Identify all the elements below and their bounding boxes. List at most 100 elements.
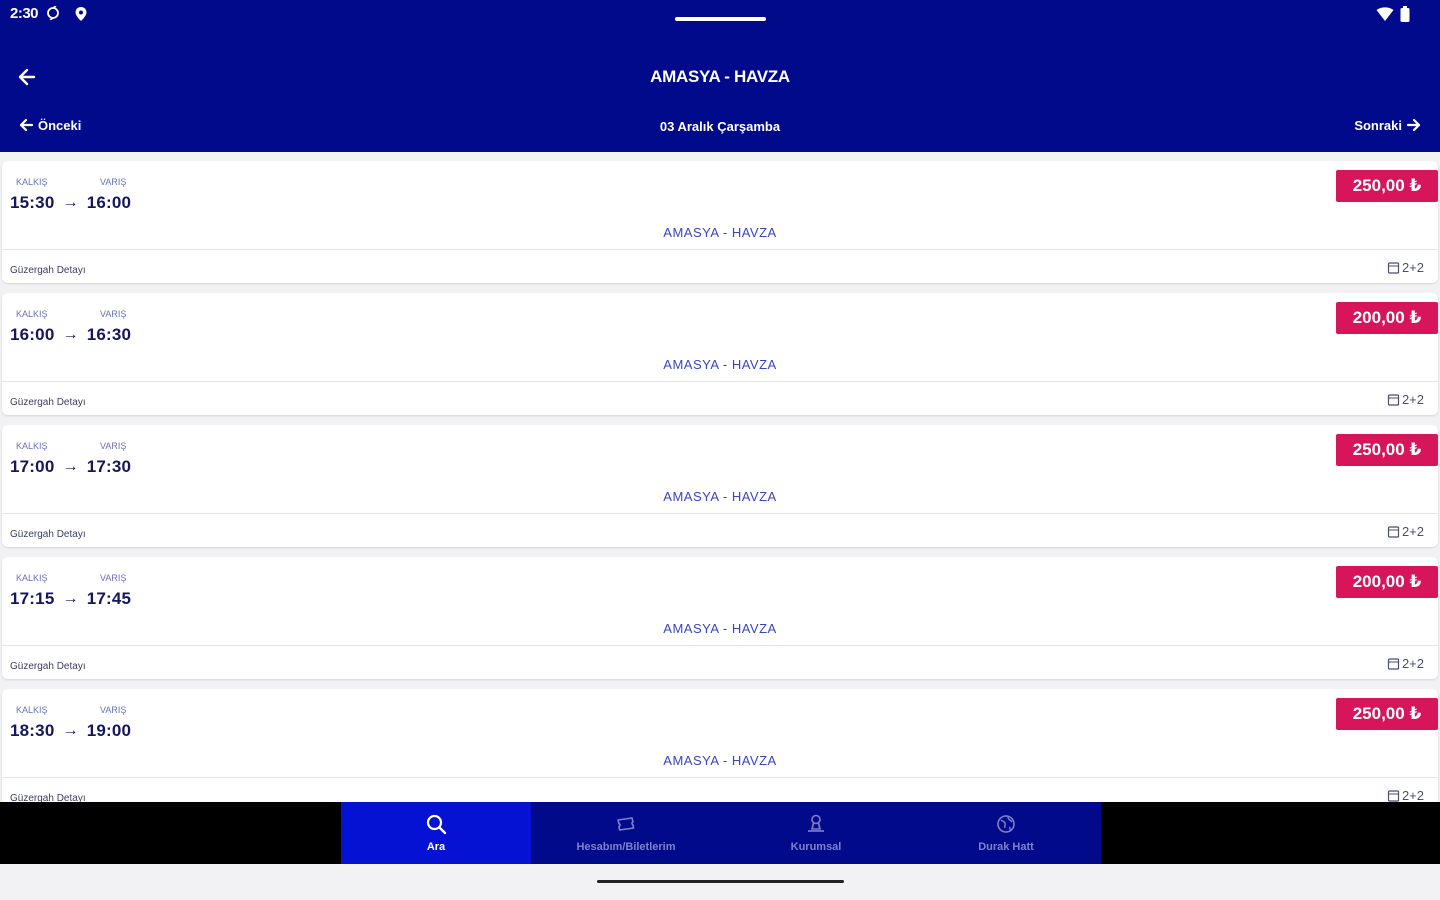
trip-list[interactable]: KALKIŞ VARIŞ 15:30 → 16:00 250,00 ₺ AMAS… [0, 152, 1440, 802]
route-detail-link[interactable]: Güzergah Detayı [10, 397, 86, 408]
selected-date: 03 Aralık Çarşamba [659, 119, 781, 134]
seat-layout-value: 2+2 [1401, 524, 1424, 539]
divider [2, 381, 1438, 382]
divider [2, 645, 1438, 646]
battery-icon [1400, 6, 1410, 22]
seat-layout: 2+2 [1387, 788, 1424, 802]
departure-label: KALKIŞ [16, 705, 48, 715]
trip-card[interactable]: KALKIŞ VARIŞ 15:30 → 16:00 250,00 ₺ AMAS… [2, 161, 1438, 283]
trip-route: AMASYA - HAVZA [663, 621, 777, 636]
status-time: 2:30 [10, 5, 39, 22]
trip-route: AMASYA - HAVZA [663, 357, 777, 372]
seat-layout-value: 2+2 [1401, 392, 1424, 407]
arrow-right-icon: → [62, 722, 79, 739]
departure-time: 17:00 [10, 457, 55, 476]
trip-card[interactable]: KALKIŞ VARIŞ 18:30 → 19:00 250,00 ₺ AMAS… [2, 689, 1438, 802]
seat-icon [1387, 262, 1400, 274]
arrival-time: 17:30 [86, 457, 132, 476]
wifi-icon [1376, 7, 1394, 21]
tab-search-label: Ara [426, 841, 446, 853]
seat-layout: 2+2 [1387, 260, 1424, 275]
arrow-right-icon [1406, 118, 1421, 132]
divider [2, 513, 1438, 514]
arrival-time: 19:00 [86, 721, 132, 740]
arrival-time: 17:45 [86, 589, 132, 608]
search-icon [426, 814, 447, 835]
status-bar: 2:30 [0, 0, 1440, 30]
company-icon [808, 814, 824, 832]
seat-layout: 2+2 [1387, 392, 1424, 407]
trip-route: AMASYA - HAVZA [663, 753, 777, 768]
price-badge[interactable]: 250,00 ₺ [1336, 434, 1438, 466]
bottom-tab-bar: Ara Hesabım/Biletlerim Kurumsal Durak Ha… [341, 802, 1101, 864]
location-icon [75, 7, 87, 21]
arrival-label: VARIŞ [100, 441, 127, 451]
ticket-icon [617, 817, 635, 831]
arrival-label: VARIŞ [100, 309, 127, 319]
previous-day-label: Önceki [38, 117, 82, 133]
tab-stops-label: Durak Hatt [978, 841, 1034, 853]
trip-times: 16:00 → 16:30 [10, 325, 131, 345]
price-badge[interactable]: 200,00 ₺ [1336, 302, 1438, 334]
tab-search[interactable]: Ara [341, 802, 531, 864]
globe-icon [997, 815, 1015, 833]
departure-label: KALKIŞ [16, 177, 48, 187]
page-title: AMASYA - HAVZA [650, 67, 790, 86]
trip-route: AMASYA - HAVZA [663, 225, 777, 240]
next-day-label: Sonraki [1354, 117, 1402, 133]
price-badge[interactable]: 250,00 ₺ [1336, 698, 1438, 730]
arrival-time: 16:00 [86, 193, 132, 212]
route-detail-link[interactable]: Güzergah Detayı [10, 661, 86, 672]
trip-route: AMASYA - HAVZA [663, 489, 777, 504]
next-day-button[interactable]: Sonraki [1354, 117, 1422, 133]
tab-my-tickets-label: Hesabım/Biletlerim [576, 841, 676, 853]
gesture-area [0, 864, 1440, 900]
seat-icon [1387, 658, 1400, 670]
trip-times: 18:30 → 19:00 [10, 721, 131, 741]
departure-label: KALKIŞ [16, 573, 48, 583]
arrival-time: 16:30 [86, 325, 132, 344]
trip-card[interactable]: KALKIŞ VARIŞ 17:15 → 17:45 200,00 ₺ AMAS… [2, 557, 1438, 679]
arrow-right-icon: → [62, 458, 79, 475]
trip-card[interactable]: KALKIŞ VARIŞ 16:00 → 16:30 200,00 ₺ AMAS… [2, 293, 1438, 415]
route-detail-link[interactable]: Güzergah Detayı [10, 529, 86, 540]
tab-stops[interactable]: Durak Hatt [911, 802, 1101, 864]
app-header: 2:30 AMASYA - HAVZA Önceki 03 Aralık Çar… [0, 0, 1440, 152]
trip-times: 17:15 → 17:45 [10, 589, 131, 609]
home-gesture-bar[interactable] [597, 880, 844, 883]
top-handle [675, 17, 766, 21]
divider [2, 777, 1438, 778]
sync-icon [47, 6, 59, 20]
arrival-label: VARIŞ [100, 705, 127, 715]
tab-corporate-label: Kurumsal [790, 841, 842, 853]
tab-my-tickets[interactable]: Hesabım/Biletlerim [531, 802, 721, 864]
departure-time: 16:00 [10, 325, 55, 344]
price-badge[interactable]: 250,00 ₺ [1336, 170, 1438, 202]
arrow-right-icon: → [62, 326, 79, 343]
seat-layout-value: 2+2 [1401, 656, 1424, 671]
seat-icon [1387, 394, 1400, 406]
seat-icon [1387, 790, 1400, 802]
arrival-label: VARIŞ [100, 573, 127, 583]
arrow-right-icon: → [62, 590, 79, 607]
seat-layout-value: 2+2 [1401, 788, 1424, 802]
seat-layout-value: 2+2 [1401, 260, 1424, 275]
departure-label: KALKIŞ [16, 309, 48, 319]
previous-day-button[interactable]: Önceki [18, 117, 81, 133]
route-detail-link[interactable]: Güzergah Detayı [10, 793, 86, 802]
price-badge[interactable]: 200,00 ₺ [1336, 566, 1438, 598]
trip-card[interactable]: KALKIŞ VARIŞ 17:00 → 17:30 250,00 ₺ AMAS… [2, 425, 1438, 547]
departure-time: 17:15 [10, 589, 55, 608]
trip-times: 15:30 → 16:00 [10, 193, 131, 213]
seat-icon [1387, 526, 1400, 538]
route-detail-link[interactable]: Güzergah Detayı [10, 265, 86, 276]
trip-times: 17:00 → 17:30 [10, 457, 131, 477]
divider [2, 249, 1438, 250]
arrow-right-icon: → [62, 194, 79, 211]
seat-layout: 2+2 [1387, 656, 1424, 671]
arrow-left-icon [19, 118, 34, 132]
departure-time: 18:30 [10, 721, 55, 740]
seat-layout: 2+2 [1387, 524, 1424, 539]
departure-label: KALKIŞ [16, 441, 48, 451]
tab-corporate[interactable]: Kurumsal [721, 802, 911, 864]
